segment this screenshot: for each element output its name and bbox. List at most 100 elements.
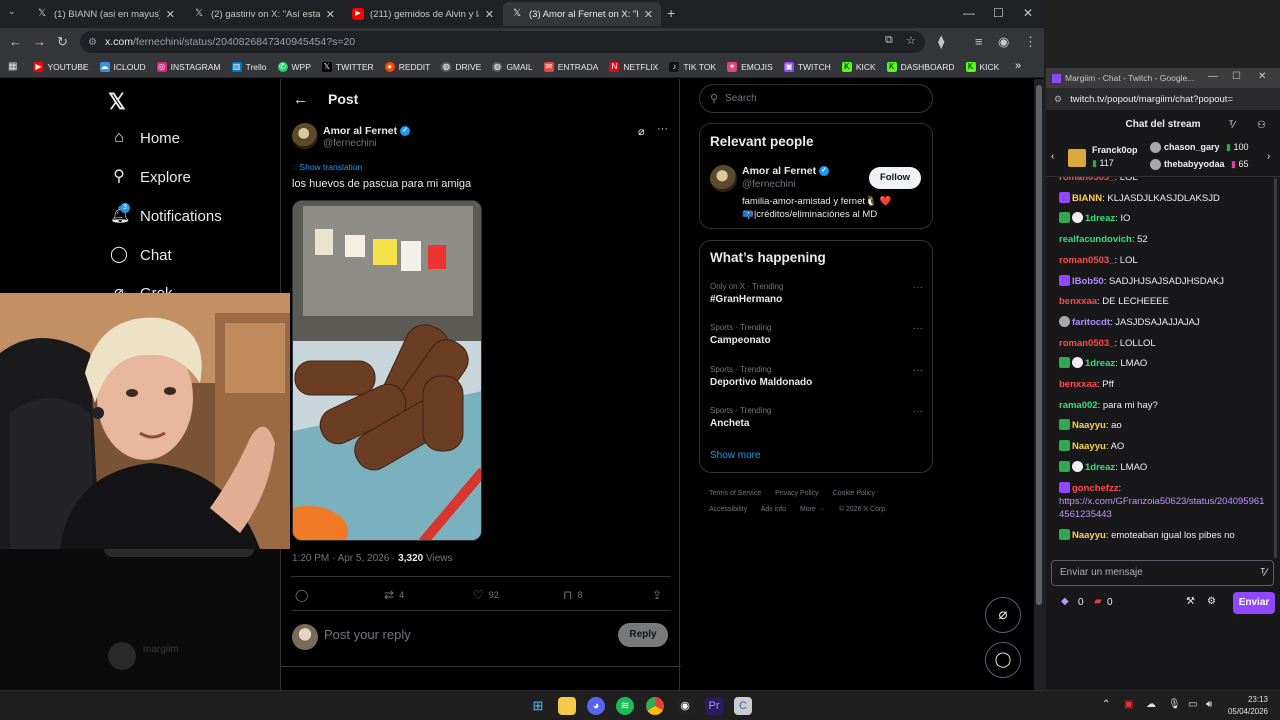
cast-icon[interactable]: ⧉: [885, 34, 893, 47]
gifter-name[interactable]: Franck0op: [1092, 145, 1138, 155]
chat-badge-icon[interactable]: [1059, 440, 1070, 452]
bookmark-reddit[interactable]: ● REDDIT: [384, 61, 430, 72]
bookmark-netflix[interactable]: N NETFLIX: [609, 61, 658, 72]
repost-action[interactable]: ⇄ 4: [384, 588, 404, 602]
close-tab-icon[interactable]: ✕: [326, 8, 335, 21]
footer-link[interactable]: Ads info: [761, 506, 786, 513]
show-more-link[interactable]: Show more: [710, 450, 761, 461]
share-action[interactable]: ⇪: [652, 588, 667, 602]
maximize-icon[interactable]: ☐: [993, 6, 1004, 20]
chat-username[interactable]: Naayyu: [1072, 441, 1106, 452]
more-options-icon[interactable]: ···: [657, 123, 668, 135]
reply-input[interactable]: Post your reply: [324, 627, 411, 642]
avatar[interactable]: [710, 165, 737, 192]
grok-icon[interactable]: ⌀: [638, 125, 645, 138]
reply-action[interactable]: ◯: [295, 588, 313, 602]
media-icon[interactable]: ≡: [975, 34, 983, 49]
browser-tab-1[interactable]: 𝕏 (1) BIANN (asi en mayus) on X: ✕: [28, 2, 183, 26]
x-logo-icon[interactable]: 𝕏: [108, 89, 126, 115]
gifter-name[interactable]: chason_gary: [1164, 142, 1220, 152]
close-tab-icon[interactable]: ✕: [485, 8, 494, 21]
bookmark-action[interactable]: ⊓ 8: [563, 588, 582, 602]
more-options-icon[interactable]: ···: [913, 365, 923, 376]
trend-item[interactable]: Sports · Trending Campeonato ···: [710, 323, 925, 346]
chat-badge-icon[interactable]: [1059, 357, 1070, 369]
chat-badge-icon[interactable]: [1059, 212, 1070, 224]
new-tab-icon[interactable]: +: [667, 5, 675, 21]
more-bookmarks-icon[interactable]: »: [1015, 60, 1021, 72]
footer-link[interactable]: Cookie Policy: [833, 490, 875, 497]
bookmark-trello[interactable]: ▥ Trello: [231, 61, 267, 72]
chat-username[interactable]: roman0503_: [1059, 255, 1114, 266]
chat-link[interactable]: https://x.com/GFranzoia50623/status/2040…: [1059, 496, 1264, 520]
bookmark-icloud[interactable]: ☁ ICLOUD: [99, 61, 146, 72]
cloud-icon[interactable]: ☁: [1146, 699, 1156, 710]
chat-badge-icon[interactable]: [1059, 481, 1070, 493]
trend-item[interactable]: Only on X · Trending #GranHermano ···: [710, 282, 925, 305]
chat-username[interactable]: IBob50: [1072, 276, 1104, 287]
footer-link[interactable]: Terms of Service: [709, 490, 761, 497]
chat-username[interactable]: 1dreaz: [1085, 213, 1115, 224]
close-window-icon[interactable]: ✕: [1023, 6, 1033, 20]
chevron-up-icon[interactable]: ⌃: [1102, 699, 1110, 710]
chat-username[interactable]: roman0503_: [1059, 177, 1114, 183]
microphone-icon[interactable]: 🎙︎: [1168, 699, 1181, 710]
chat-username[interactable]: benxxaa: [1059, 379, 1097, 390]
bookmark-tiktok[interactable]: ♪ TIK TOK: [669, 61, 716, 72]
premiere-icon[interactable]: Pr: [705, 697, 723, 715]
bookmark-instagram[interactable]: ◎ INSTAGRAM: [156, 61, 221, 72]
relevant-name[interactable]: Amor al Fernet: [742, 165, 816, 177]
volume-icon[interactable]: 🔊︎: [1206, 699, 1212, 710]
bookmark-gmail[interactable]: ◍ GMAIL: [492, 61, 533, 72]
search-input[interactable]: ⚲ Search: [699, 84, 933, 113]
network-icon[interactable]: ▭: [1188, 699, 1197, 710]
chat-username[interactable]: BIANN: [1072, 193, 1102, 204]
chat-badge-icon[interactable]: [1072, 460, 1083, 472]
address-bar[interactable]: ⚙ x.com/fernechini/status/20408268473409…: [80, 31, 925, 53]
trend-item[interactable]: Sports · Trending Ancheta ···: [710, 406, 925, 429]
trend-item[interactable]: Sports · Trending Deportivo Maldonado ··…: [710, 365, 925, 388]
footer-link[interactable]: Privacy Policy: [775, 490, 819, 497]
bookmark-wpp[interactable]: ✆ WPP: [277, 61, 311, 72]
maximize-icon[interactable]: ☐: [1232, 71, 1241, 82]
close-tab-icon[interactable]: ✕: [644, 8, 653, 21]
browser-tab-2[interactable]: 𝕏 (2) gastiriv on X: "Así esta mate ✕: [185, 2, 343, 26]
bookmark-twitch[interactable]: ▣ TWITCH: [783, 61, 831, 72]
extensions-icon[interactable]: ⧫: [938, 34, 944, 50]
translate-icon[interactable]: ᵀ⁄: [1229, 120, 1235, 131]
emote-icon[interactable]: ᵀ⁄: [1260, 561, 1267, 585]
chat-badge-icon[interactable]: [1059, 315, 1070, 327]
follow-button[interactable]: Follow: [869, 167, 921, 189]
browser-tab-4-active[interactable]: 𝕏 (3) Amor al Fernet on X: "los hu ✕: [503, 2, 661, 26]
minimize-icon[interactable]: —: [963, 6, 975, 20]
bookmark-twitter[interactable]: 𝕏 TWITTER: [321, 61, 374, 72]
reload-icon[interactable]: ↻: [57, 34, 68, 50]
more-options-icon[interactable]: ···: [913, 406, 923, 417]
profile-icon[interactable]: ◉: [998, 34, 1009, 50]
settings-gear-icon[interactable]: ⚙: [1207, 596, 1216, 607]
bookmark-entrada[interactable]: ✉ ENTRADA: [543, 61, 598, 72]
channel-points-icon[interactable]: ◆: [1061, 596, 1069, 607]
page-scrollbar[interactable]: [1034, 79, 1044, 690]
back-icon[interactable]: ←: [9, 34, 22, 49]
bookmark-star-icon[interactable]: ☆: [906, 34, 916, 47]
chat-username[interactable]: Naayyu: [1072, 420, 1106, 431]
bookmark-kick[interactable]: K KICK: [841, 61, 876, 72]
chat-username[interactable]: realfacundovich: [1059, 234, 1132, 245]
nav-explore[interactable]: ⚲ Explore: [110, 168, 191, 186]
chat-badge-icon[interactable]: [1059, 419, 1070, 431]
avatar[interactable]: [292, 123, 318, 149]
apps-icon[interactable]: ▦: [8, 61, 17, 72]
reply-button[interactable]: Reply: [618, 623, 668, 647]
chat-username[interactable]: faritocdt: [1072, 317, 1110, 328]
site-info-icon[interactable]: ⚙: [88, 37, 97, 48]
chat-scrollbar[interactable]: [1274, 178, 1277, 558]
bookmark-youtube[interactable]: ▶ YOUTUBE: [33, 61, 89, 72]
bookmark-drive[interactable]: ◍ DRIVE: [441, 61, 481, 72]
file-explorer-icon[interactable]: [558, 697, 576, 715]
chat-username[interactable]: Naayyu: [1072, 530, 1106, 541]
chrome-icon[interactable]: [646, 697, 664, 715]
chat-badge-icon[interactable]: [1072, 212, 1083, 224]
discord-icon[interactable]: ◕: [587, 697, 605, 715]
bits-icon[interactable]: ▰: [1094, 596, 1102, 607]
